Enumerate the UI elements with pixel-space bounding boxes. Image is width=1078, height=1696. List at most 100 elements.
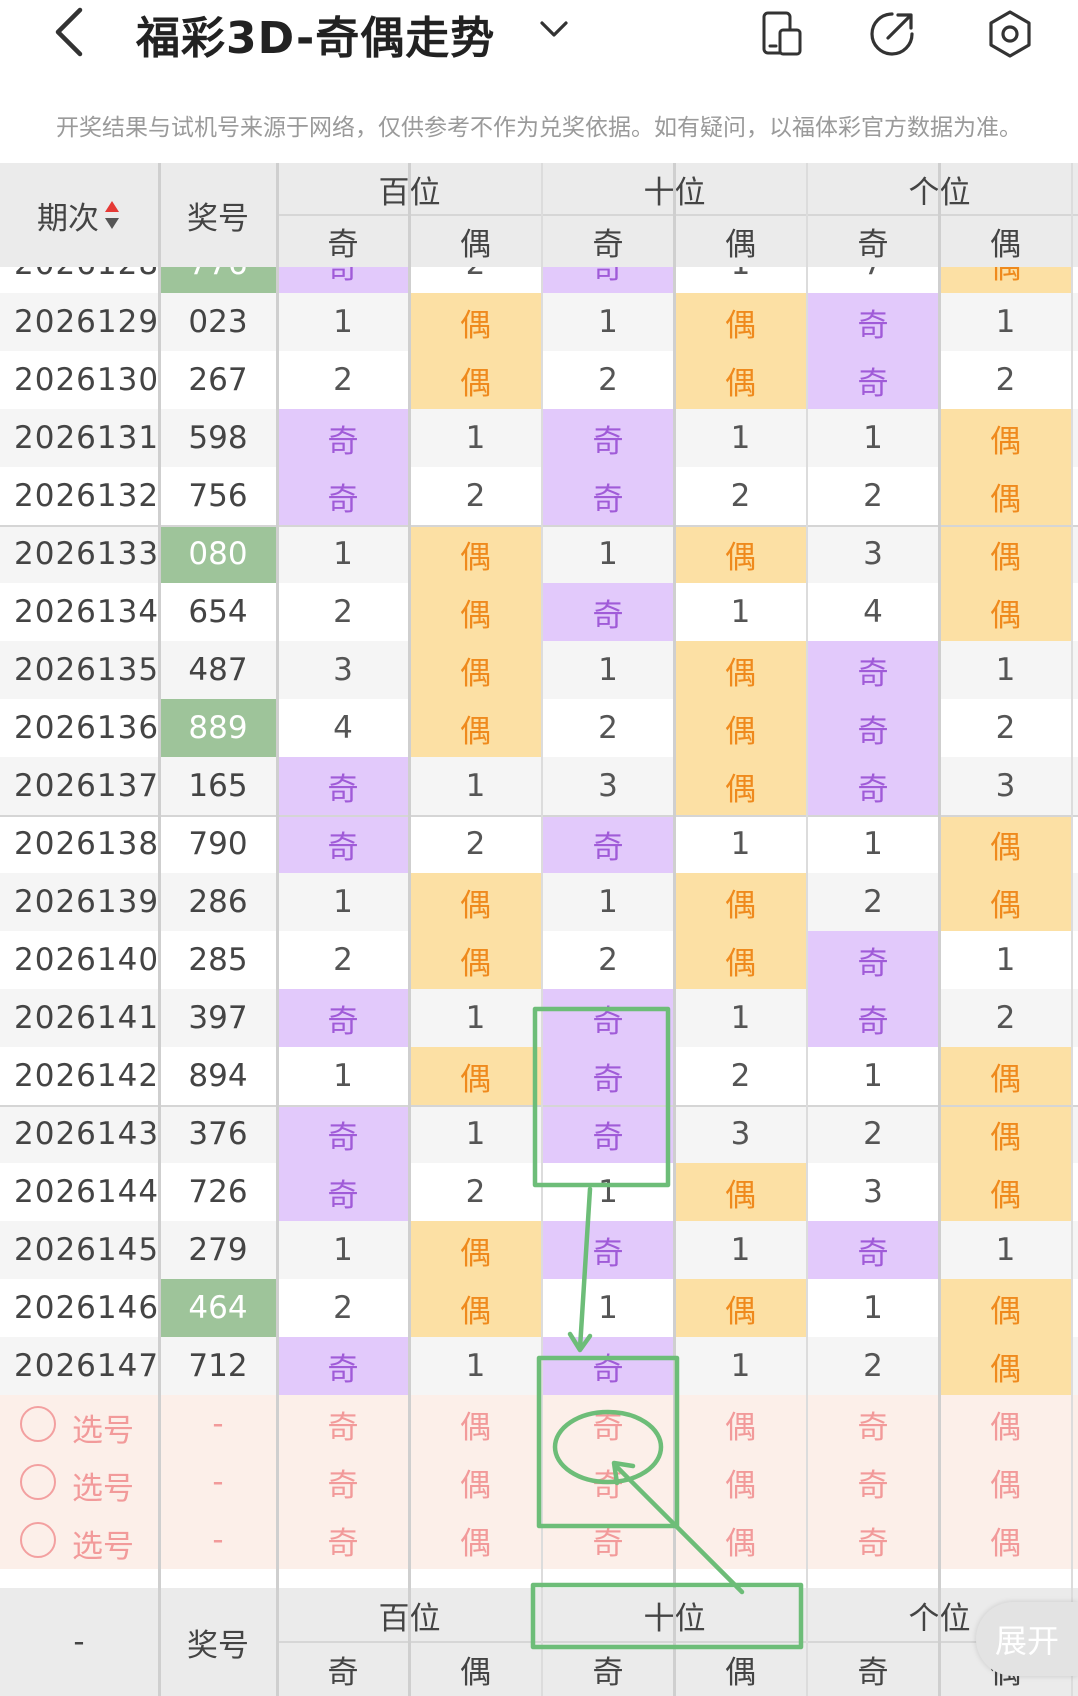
column-divider	[158, 163, 161, 1696]
row-group-divider	[0, 815, 1078, 817]
trend-cell-hundreds-even: 2	[465, 826, 486, 862]
pick-radio[interactable]	[20, 1406, 56, 1442]
trend-cell-units-odd: 奇	[808, 931, 938, 989]
trend-cell-units-even: 偶	[940, 873, 1071, 931]
trend-cell-tens-odd: 奇	[543, 1337, 673, 1395]
pick-radio[interactable]	[20, 1522, 56, 1558]
trend-cell-hundreds-odd: 奇	[278, 1163, 408, 1221]
trend-cell-tens-even: 偶	[675, 699, 806, 757]
pick-cell-units-odd[interactable]: 奇	[808, 1395, 938, 1453]
trend-cell-units-odd: 1	[863, 1058, 883, 1094]
pick-cell-hundreds-odd[interactable]: 奇	[278, 1511, 408, 1569]
issue-cell: 2026139	[14, 884, 160, 920]
trend-cell-tens-odd: 奇	[543, 1105, 673, 1163]
pick-cell-tens-even[interactable]: 偶	[675, 1453, 806, 1511]
expand-button[interactable]: 展开	[976, 1602, 1078, 1676]
settings-icon[interactable]	[984, 8, 1036, 60]
trend-cell-hundreds-even: 偶	[410, 641, 541, 699]
trend-cell-tens-even: 偶	[675, 525, 806, 583]
trend-cell-hundreds-odd: 奇	[278, 409, 408, 467]
pick-cell-hundreds-odd[interactable]: 奇	[278, 1395, 408, 1453]
trend-cell-hundreds-odd: 4	[333, 710, 353, 746]
trend-cell-units-even: 1	[995, 1232, 1016, 1268]
sub-header-units-odd: 奇	[857, 226, 889, 263]
trend-cell-tens-even: 1	[730, 594, 751, 630]
pick-cell-tens-even[interactable]: 偶	[675, 1511, 806, 1569]
trend-cell-units-odd: 1	[863, 420, 883, 456]
pick-cell-units-odd[interactable]: 奇	[808, 1511, 938, 1569]
number-cell: 756	[188, 478, 248, 514]
trend-cell-tens-odd: 奇	[543, 1221, 673, 1279]
trend-cell-units-even: 偶	[940, 583, 1071, 641]
column-divider	[541, 163, 543, 1696]
trend-cell-tens-even: 偶	[675, 757, 806, 815]
pick-cell-tens-odd[interactable]: 奇	[543, 1453, 673, 1511]
pick-cell-tens-odd[interactable]: 奇	[543, 1395, 673, 1453]
issue-header[interactable]: 期次	[0, 163, 158, 267]
pick-cell-units-odd[interactable]: 奇	[808, 1453, 938, 1511]
trend-cell-tens-even: 偶	[675, 873, 806, 931]
trend-cell-tens-odd: 3	[598, 768, 618, 804]
column-divider	[1071, 163, 1073, 1696]
trend-cell-hundreds-odd: 奇	[278, 1105, 408, 1163]
sort-icon[interactable]	[103, 198, 121, 232]
sub-header-units-even: 偶	[990, 226, 1021, 263]
trend-table[interactable]: 2026128776奇2奇17偶20261290231偶1偶奇120261302…	[0, 163, 1078, 1696]
chevron-down-icon[interactable]	[538, 14, 570, 44]
trend-cell-tens-odd: 1	[598, 1290, 618, 1326]
trend-cell-units-even: 偶	[940, 815, 1071, 873]
pick-cell-hundreds-odd[interactable]: 奇	[278, 1453, 408, 1511]
pick-cell-units-even[interactable]: 偶	[940, 1453, 1071, 1511]
trend-cell-hundreds-even: 偶	[410, 293, 541, 351]
pick-label[interactable]: 选号	[72, 1405, 134, 1450]
back-icon[interactable]	[50, 4, 90, 60]
trend-cell-hundreds-even: 1	[465, 768, 486, 804]
trend-cell-hundreds-even: 偶	[410, 1221, 541, 1279]
pick-cell-units-even[interactable]: 偶	[940, 1395, 1071, 1453]
trend-cell-units-even: 偶	[940, 1047, 1071, 1105]
number-cell: 598	[188, 420, 248, 456]
device-switch-icon[interactable]	[756, 8, 808, 60]
trend-cell-hundreds-even: 1	[465, 420, 486, 456]
trend-cell-hundreds-even: 2	[465, 478, 486, 514]
pick-cell-units-even[interactable]: 偶	[940, 1511, 1071, 1569]
trend-cell-hundreds-odd: 奇	[278, 467, 408, 525]
page-title[interactable]: 福彩3D-奇偶走势	[136, 2, 495, 66]
pick-label[interactable]: 选号	[72, 1463, 134, 1508]
footer-sub-hundreds-even: 偶	[460, 1654, 491, 1691]
trend-cell-units-odd: 2	[863, 478, 883, 514]
trend-cell-units-even: 偶	[940, 1279, 1071, 1337]
trend-cell-tens-odd: 奇	[543, 583, 673, 641]
number-cell: 023	[188, 304, 248, 340]
column-divider	[806, 163, 808, 1696]
trend-cell-hundreds-even: 偶	[410, 873, 541, 931]
number-cell: 790	[188, 826, 248, 862]
pick-radio[interactable]	[20, 1464, 56, 1500]
trend-cell-units-odd: 1	[863, 1290, 883, 1326]
trend-cell-hundreds-even: 2	[465, 1174, 486, 1210]
pick-cell-tens-odd[interactable]: 奇	[543, 1511, 673, 1569]
trend-cell-units-even: 偶	[940, 525, 1071, 583]
top-bar: 福彩3D-奇偶走势	[0, 0, 1078, 80]
pick-cell-hundreds-even[interactable]: 偶	[410, 1511, 541, 1569]
issue-cell: 2026136	[14, 710, 160, 746]
footer-issue: -	[73, 1624, 85, 1660]
trend-cell-tens-odd: 2	[598, 942, 618, 978]
trend-cell-hundreds-odd: 2	[333, 1290, 353, 1326]
trend-cell-hundreds-odd: 1	[333, 1058, 353, 1094]
number-cell: 080	[160, 525, 276, 583]
trend-table-body[interactable]: 2026128776奇2奇17偶20261290231偶1偶奇120261302…	[0, 163, 1078, 1696]
footer-sub-tens-odd: 奇	[592, 1654, 624, 1691]
pick-label[interactable]: 选号	[72, 1521, 134, 1566]
trend-cell-tens-odd: 1	[598, 884, 618, 920]
pick-cell-tens-even[interactable]: 偶	[675, 1395, 806, 1453]
trend-cell-tens-odd: 1	[598, 304, 618, 340]
column-divider	[276, 163, 279, 1696]
trend-cell-tens-even: 偶	[675, 931, 806, 989]
trend-cell-hundreds-even: 偶	[410, 351, 541, 409]
issue-cell: 2026143	[14, 1116, 160, 1152]
share-icon[interactable]	[866, 8, 918, 60]
pick-cell-hundreds-even[interactable]: 偶	[410, 1453, 541, 1511]
pick-cell-hundreds-even[interactable]: 偶	[410, 1395, 541, 1453]
issue-cell: 2026134	[14, 594, 160, 630]
